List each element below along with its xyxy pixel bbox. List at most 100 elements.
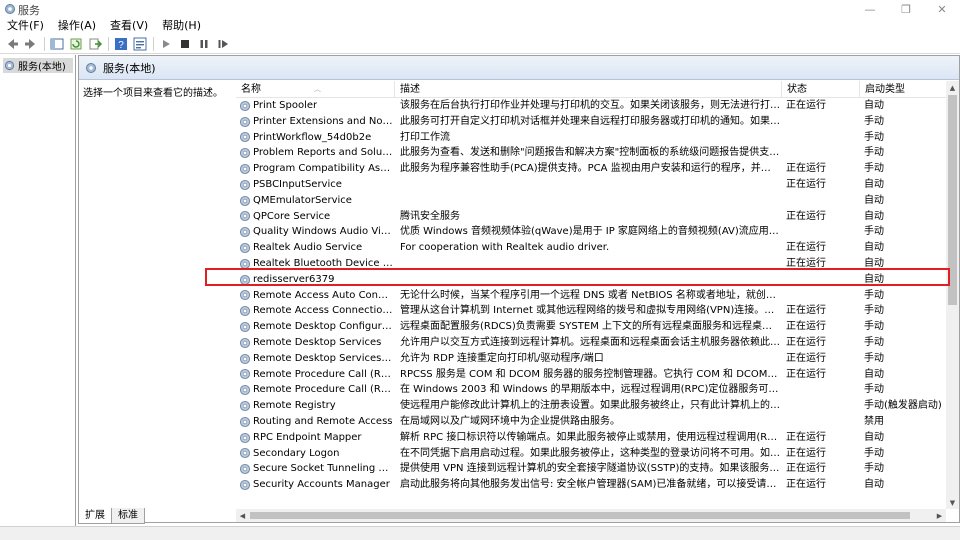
column-desc-label: 描述 — [400, 84, 420, 95]
refresh-button[interactable] — [67, 35, 85, 53]
horizontal-scrollbar[interactable]: ◀ ▶ — [236, 509, 946, 522]
service-description: 腾讯安全服务 — [400, 210, 460, 222]
service-row[interactable]: Realtek Bluetooth Device Mana... 正在运行 自动 — [236, 256, 946, 272]
service-name-cell: Realtek Bluetooth Device Mana... — [239, 256, 394, 272]
service-name-cell: Quality Windows Audio Video Ex... — [239, 224, 394, 240]
service-row[interactable]: Problem Reports and Solutions ... 此服务为查看、… — [236, 145, 946, 161]
properties-button[interactable] — [131, 35, 149, 53]
service-row[interactable]: QPCore Service 腾讯安全服务 正在运行 自动 — [236, 209, 946, 225]
service-description: 无论什么时候，当某个程序引用一个远程 DNS 或者 NetBIOS 名称或者地址… — [400, 289, 780, 301]
scroll-left-icon[interactable]: ◀ — [236, 509, 249, 522]
column-header-status[interactable]: 状态 — [782, 81, 860, 98]
tab-standard[interactable]: 标准 — [111, 508, 145, 524]
vertical-scrollbar[interactable]: ▲ ▼ — [946, 81, 959, 509]
service-startup-type: 手动 — [864, 131, 884, 143]
services-app-icon — [4, 3, 16, 15]
service-name: Problem Reports and Solutions ... — [253, 147, 394, 159]
service-row[interactable]: Security Accounts Manager 启动此服务将向其他服务发出信号… — [236, 477, 946, 493]
close-icon: ✕ — [937, 2, 947, 16]
service-name: Quality Windows Audio Video Ex... — [253, 226, 394, 238]
console-tree-button[interactable] — [48, 35, 66, 53]
service-gear-icon — [239, 179, 251, 191]
service-startup-type: 手动 — [864, 226, 884, 238]
service-description: 在局域网以及广域网环境中为企业提供路由服务。 — [400, 416, 620, 427]
close-button[interactable]: ✕ — [924, 0, 960, 18]
service-startup-type: 自动 — [864, 100, 884, 111]
scroll-right-icon[interactable]: ▶ — [933, 509, 946, 522]
service-row[interactable]: Quality Windows Audio Video Ex... 优质 Wind… — [236, 224, 946, 240]
service-row[interactable]: Secondary Logon 在不同凭据下启用启动过程。如果此服务被停止，这种类… — [236, 446, 946, 462]
service-name-cell: PSBCInputService — [239, 177, 394, 193]
menu-action[interactable]: 操作(A) — [51, 18, 103, 34]
help-icon: ? — [115, 37, 127, 51]
service-row[interactable]: PrintWorkflow_54d0b2e 打印工作流 手动 — [236, 130, 946, 146]
service-row[interactable]: Remote Access Connection Man... 管理从这台计算机到… — [236, 303, 946, 319]
help-button[interactable]: ? — [112, 35, 130, 53]
service-row[interactable]: QMEmulatorService 自动 — [236, 193, 946, 209]
tree-item-services-local[interactable]: 服务(本地) — [3, 58, 73, 73]
service-gear-icon — [239, 163, 251, 175]
tab-extended[interactable]: 扩展 — [78, 508, 112, 524]
service-name-cell: Routing and Remote Access — [239, 414, 394, 430]
service-status — [786, 224, 856, 240]
minimize-button[interactable]: — — [852, 0, 888, 18]
service-status: 正在运行 — [786, 179, 826, 190]
maximize-button[interactable]: ❐ — [888, 0, 924, 18]
service-row[interactable]: Realtek Audio Service For cooperation wit… — [236, 240, 946, 256]
service-startup-type: 自动 — [864, 210, 884, 222]
service-row[interactable]: redisserver6379 自动 — [236, 272, 946, 288]
service-description: 允许为 RDP 连接重定向打印机/驱动程序/端口 — [400, 352, 604, 364]
column-header-name[interactable]: 名称 ︿ — [236, 81, 395, 98]
scroll-up-icon[interactable]: ▲ — [946, 81, 959, 94]
service-gear-icon — [239, 353, 251, 365]
list-view-icon — [50, 38, 64, 49]
service-gear-icon — [239, 195, 251, 207]
menu-view[interactable]: 查看(V) — [103, 18, 155, 34]
vertical-scroll-thumb[interactable] — [948, 95, 957, 305]
service-name-cell: Security Accounts Manager — [239, 477, 394, 493]
refresh-icon — [70, 38, 82, 49]
service-name: Remote Access Connection Man... — [253, 305, 394, 317]
service-status: 正在运行 — [786, 258, 826, 269]
service-row[interactable]: PSBCInputService 正在运行 自动 — [236, 177, 946, 193]
back-button[interactable] — [3, 35, 21, 53]
service-row[interactable]: Remote Registry 使远程用户能修改此计算机上的注册表设置。如果此服务… — [236, 398, 946, 414]
service-row[interactable]: Secure Socket Tunneling Protoc... 提供使用 VP… — [236, 461, 946, 477]
properties-icon — [133, 37, 147, 50]
service-row[interactable]: Remote Desktop Services 允许用户以交互方式连接到远程计算机… — [236, 335, 946, 351]
service-row[interactable]: Remote Procedure Call (RPC) RPCSS 服务是 COM… — [236, 367, 946, 383]
service-row[interactable]: Remote Procedure Call (RPC) Lo... 在 Windo… — [236, 382, 946, 398]
menu-file[interactable]: 文件(F) — [0, 18, 51, 34]
start-icon — [163, 39, 170, 48]
restart-service-button[interactable] — [214, 35, 232, 53]
service-description: 使远程用户能修改此计算机上的注册表设置。如果此服务被终止，只有此计算机上的用户才… — [400, 400, 780, 412]
service-name: Program Compatibility Assistant ... — [253, 163, 394, 175]
service-description: 在不同凭据下启用启动过程。如果此服务被停止，这种类型的登录访问将不可用。如果此服… — [400, 447, 780, 459]
service-row[interactable]: Print Spooler 该服务在后台执行打印作业并处理与打印机的交互。如果关闭… — [236, 98, 946, 114]
forward-button[interactable] — [22, 35, 40, 53]
service-row[interactable]: Remote Access Auto Connectio... 无论什么时候，当某… — [236, 288, 946, 304]
column-header-startup-type[interactable]: 启动类型 — [860, 81, 946, 98]
export-icon — [89, 38, 102, 49]
start-service-button[interactable] — [157, 35, 175, 53]
horizontal-scroll-thumb[interactable] — [250, 512, 910, 519]
description-pane: 选择一个项目来查看它的描述。 — [79, 81, 233, 521]
service-status: 正在运行 — [786, 100, 826, 111]
service-row[interactable]: Routing and Remote Access 在局域网以及广域网环境中为企业… — [236, 414, 946, 430]
service-status — [786, 193, 856, 209]
service-row[interactable]: Remote Desktop Configuration 远程桌面配置服务(RDC… — [236, 319, 946, 335]
column-header-description[interactable]: 描述 — [395, 81, 782, 98]
menu-help[interactable]: 帮助(H) — [155, 18, 208, 34]
service-row[interactable]: RPC Endpoint Mapper 解析 RPC 接口标识符以传输端点。如果此… — [236, 430, 946, 446]
service-row[interactable]: Remote Desktop Services User... 允许为 RDP 连… — [236, 351, 946, 367]
service-startup-type: 手动 — [864, 447, 884, 459]
export-button[interactable] — [86, 35, 104, 53]
service-name-cell: Secure Socket Tunneling Protoc... — [239, 461, 394, 477]
scroll-down-icon[interactable]: ▼ — [946, 496, 959, 509]
service-row[interactable]: Printer Extensions and Notificati... 此服务可… — [236, 114, 946, 130]
service-gear-icon — [239, 131, 251, 143]
pause-service-button[interactable] — [195, 35, 213, 53]
service-row[interactable]: Program Compatibility Assistant ... 此服务为程… — [236, 161, 946, 177]
stop-service-button[interactable] — [176, 35, 194, 53]
stop-icon — [181, 39, 189, 48]
